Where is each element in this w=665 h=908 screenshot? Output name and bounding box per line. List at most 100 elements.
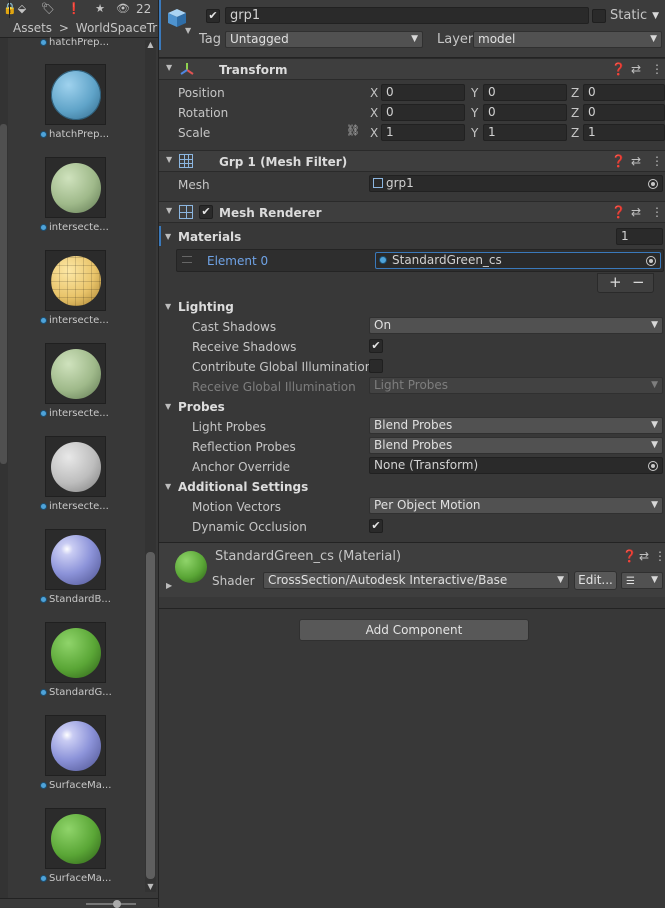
asset-tile[interactable]: StandardB... xyxy=(40,529,140,621)
foldout-arrow-icon[interactable]: ▼ xyxy=(165,232,171,241)
asset-tile[interactable]: hatchPrep... xyxy=(40,64,140,156)
more-options-icon[interactable]: ⋮ xyxy=(654,549,665,563)
materials-count-field[interactable]: 1 xyxy=(616,228,663,245)
scroll-down-icon[interactable]: ▼ xyxy=(145,882,156,892)
more-options-icon[interactable]: ⋮ xyxy=(651,205,663,219)
rotation-y-field[interactable]: 0 xyxy=(483,104,567,121)
material-sphere-icon xyxy=(51,163,101,213)
material-sphere-icon xyxy=(51,442,101,492)
tag-dropdown[interactable]: Untagged ▼ xyxy=(225,31,423,48)
help-icon[interactable]: ❓ xyxy=(622,549,637,563)
breadcrumb-root[interactable]: Assets xyxy=(13,21,52,35)
asset-tile[interactable]: intersecte... xyxy=(40,343,140,435)
active-checkbox[interactable]: ✔ xyxy=(206,9,220,23)
asset-tile[interactable]: SurfaceMa... xyxy=(40,808,140,900)
asset-tile[interactable]: intersecte... xyxy=(40,436,140,528)
shader-options-dropdown[interactable]: ☰ ▼ xyxy=(621,572,663,589)
position-y-field[interactable]: 0 xyxy=(483,84,567,101)
drag-handle-icon[interactable] xyxy=(182,256,192,263)
foldout-arrow-icon[interactable]: ▼ xyxy=(165,402,171,411)
foldout-arrow-icon[interactable]: ▼ xyxy=(165,302,171,311)
asset-scrollbar-thumb[interactable] xyxy=(146,552,155,879)
left-scrollbar[interactable] xyxy=(0,38,8,898)
motion-vectors-label: Motion Vectors xyxy=(192,500,281,514)
receive-shadows-checkbox[interactable]: ✔ xyxy=(369,339,383,353)
anchor-override-field[interactable]: None (Transform) xyxy=(369,457,663,474)
add-component-button[interactable]: Add Component xyxy=(299,619,529,641)
mesh-filter-icon xyxy=(179,154,193,168)
asset-scrollbar[interactable]: ▲ ▼ xyxy=(145,40,156,892)
transform-header[interactable]: ▼ Transform ❓ ⇄ ⋮ xyxy=(159,58,665,80)
axis-x-label: X xyxy=(370,86,379,100)
help-icon[interactable]: ❓ xyxy=(611,205,626,219)
static-dropdown[interactable]: ▼ xyxy=(637,9,663,26)
thumbnail-size-slider[interactable] xyxy=(86,903,136,905)
rotation-x-field[interactable]: 0 xyxy=(381,104,465,121)
filter-by-label-icon[interactable]: 🏷 xyxy=(38,1,58,17)
mesh-object-field[interactable]: grp1 xyxy=(369,175,663,192)
remove-element-button[interactable]: − xyxy=(632,275,645,290)
asset-tile[interactable]: intersecte... xyxy=(40,250,140,342)
scroll-up-icon[interactable]: ▲ xyxy=(145,40,156,50)
element-row[interactable]: Element 0 StandardGreen_cs xyxy=(176,249,664,272)
static-checkbox[interactable] xyxy=(592,9,606,23)
shader-dropdown[interactable]: CrossSection/Autodesk Interactive/Base ▼ xyxy=(263,572,569,589)
mesh-renderer-enabled-checkbox[interactable]: ✔ xyxy=(199,205,213,219)
asset-caption: intersecte... xyxy=(40,315,140,327)
icon-dropdown-arrow-icon[interactable]: ▼ xyxy=(185,26,191,35)
object-picker-icon[interactable] xyxy=(648,179,658,189)
layer-dropdown[interactable]: model ▼ xyxy=(473,31,662,48)
more-options-icon[interactable]: ⋮ xyxy=(651,62,663,76)
dynamic-occlusion-checkbox[interactable]: ✔ xyxy=(369,519,383,533)
left-scrollbar-thumb[interactable] xyxy=(0,124,7,464)
motion-vectors-dropdown[interactable]: Per Object Motion ▼ xyxy=(369,497,663,514)
edit-shader-button[interactable]: Edit... xyxy=(574,571,617,590)
add-element-button[interactable]: + xyxy=(609,275,622,290)
scale-y-field[interactable]: 1 xyxy=(483,124,567,141)
preset-icon[interactable]: ⇄ xyxy=(631,62,641,76)
contribute-gi-checkbox[interactable] xyxy=(369,359,383,373)
eye-icon[interactable]: 👁 xyxy=(116,1,130,17)
asset-tile-partial[interactable]: hatchPrep... xyxy=(40,36,140,48)
filter-by-type-icon[interactable]: ⬙ xyxy=(12,1,32,17)
mesh-renderer-header[interactable]: ▼ ✔ Mesh Renderer ❓ ⇄ ⋮ xyxy=(159,201,665,223)
constrain-proportions-icon[interactable]: ⛓ xyxy=(346,124,360,137)
rotation-z-field[interactable]: 0 xyxy=(583,104,665,121)
preset-icon[interactable]: ⇄ xyxy=(631,154,641,168)
asset-tile[interactable]: intersecte... xyxy=(40,157,140,249)
material-sphere-icon xyxy=(51,814,101,864)
object-name-field[interactable]: grp1 xyxy=(225,7,589,24)
asset-thumbnail xyxy=(45,157,106,218)
material-sphere-icon xyxy=(51,628,101,678)
foldout-arrow-icon[interactable]: ▼ xyxy=(166,206,172,215)
breadcrumb-folder[interactable]: WorldSpaceTra xyxy=(76,21,158,35)
mesh-filter-header[interactable]: ▼ Grp 1 (Mesh Filter) ❓ ⇄ ⋮ xyxy=(159,150,665,172)
position-z-field[interactable]: 0 xyxy=(583,84,665,101)
foldout-arrow-icon[interactable]: ▶ xyxy=(166,581,172,590)
help-icon[interactable]: ❓ xyxy=(611,62,626,76)
foldout-arrow-icon[interactable]: ▼ xyxy=(165,482,171,491)
foldout-arrow-icon[interactable]: ▼ xyxy=(166,155,172,164)
more-options-icon[interactable]: ⋮ xyxy=(651,154,663,168)
cast-shadows-label: Cast Shadows xyxy=(192,320,277,334)
favorite-star-icon[interactable]: ★ xyxy=(90,1,110,17)
material-icon xyxy=(379,256,387,264)
object-picker-icon[interactable] xyxy=(646,256,656,266)
preset-icon[interactable]: ⇄ xyxy=(631,205,641,219)
scale-z-field[interactable]: 1 xyxy=(583,124,665,141)
object-picker-icon[interactable] xyxy=(648,461,658,471)
material-preview-sphere-icon xyxy=(175,551,207,583)
cast-shadows-dropdown[interactable]: On ▼ xyxy=(369,317,663,334)
preset-icon[interactable]: ⇄ xyxy=(639,549,649,563)
position-x-field[interactable]: 0 xyxy=(381,84,465,101)
scale-x-field[interactable]: 1 xyxy=(381,124,465,141)
material-object-field[interactable]: StandardGreen_cs xyxy=(375,252,661,269)
reflection-probes-dropdown[interactable]: Blend Probes ▼ xyxy=(369,437,663,454)
axis-y-label: Y xyxy=(471,106,479,120)
asset-tile[interactable]: SurfaceMa... xyxy=(40,715,140,807)
help-icon[interactable]: ❓ xyxy=(611,154,626,168)
light-probes-dropdown[interactable]: Blend Probes ▼ xyxy=(369,417,663,434)
foldout-arrow-icon[interactable]: ▼ xyxy=(166,63,172,72)
asset-tile[interactable]: StandardG... xyxy=(40,622,140,714)
warning-icon[interactable]: ❗ xyxy=(64,1,84,17)
